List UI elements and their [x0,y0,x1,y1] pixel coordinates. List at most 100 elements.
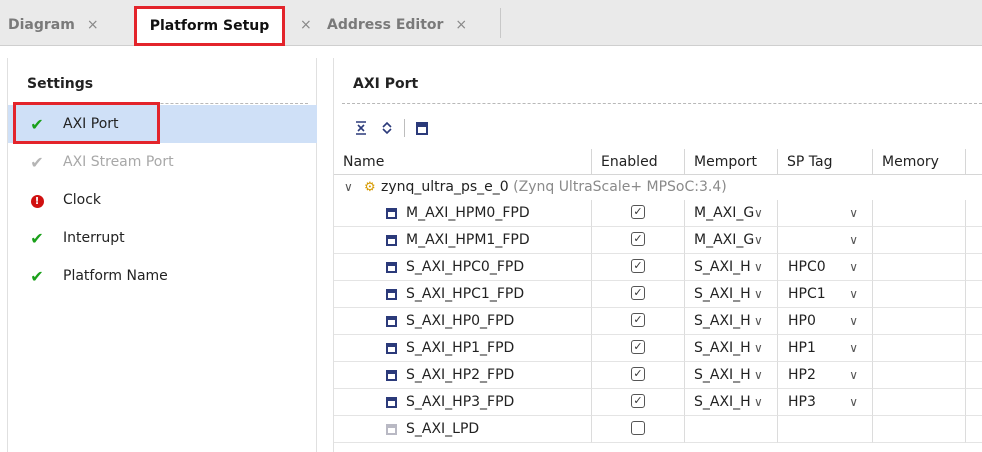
sp-tag-cell[interactable]: ∨ [778,227,873,254]
chevron-down-icon[interactable]: ∨ [754,260,763,274]
memory-cell [873,416,966,443]
sp-tag-value: HPC1 [788,286,826,302]
table-row[interactable]: S_AXI_HPC1_FPD ✓ S_AXI_H ∨ HPC1 ∨ [334,281,982,308]
settings-item-clock[interactable]: ! Clock [8,181,317,219]
sp-tag-cell[interactable]: HPC0 ∨ [778,254,873,281]
sp-tag-value: HPC0 [788,259,826,275]
enabled-checkbox[interactable]: ✓ [631,339,645,354]
column-header-name[interactable]: Name [334,149,592,175]
collapse-all-icon[interactable] [350,117,372,139]
port-icon [386,262,397,273]
table-row[interactable]: S_AXI_LPD [334,416,982,443]
sp-tag-cell[interactable]: ∨ [778,200,873,227]
close-icon[interactable]: × [455,17,467,33]
chevron-down-icon[interactable]: ∨ [754,233,763,247]
table-row[interactable]: S_AXI_HP1_FPD ✓ S_AXI_H ∨ HP1 ∨ [334,335,982,362]
chevron-down-icon[interactable]: ∨ [849,308,858,335]
memport-cell[interactable]: S_AXI_H ∨ [685,389,778,416]
chevron-down-icon[interactable]: ∨ [754,206,763,220]
enabled-cell: ✓ [592,227,685,254]
sp-tag-cell[interactable]: HPC1 ∨ [778,281,873,308]
memport-value: M_AXI_G [694,205,754,221]
chevron-down-icon[interactable]: ∨ [849,335,858,362]
table-row[interactable]: M_AXI_HPM0_FPD ✓ M_AXI_G∨ ∨ [334,200,982,227]
table-row[interactable]: S_AXI_HP3_FPD ✓ S_AXI_H ∨ HP3 ∨ [334,389,982,416]
memport-cell[interactable]: M_AXI_G∨ [685,200,778,227]
table-row[interactable]: S_AXI_HP2_FPD ✓ S_AXI_H ∨ HP2 ∨ [334,362,982,389]
chevron-down-icon[interactable]: ∨ [754,287,763,301]
memport-cell[interactable]: S_AXI_H ∨ [685,254,778,281]
enabled-cell: ✓ [592,362,685,389]
memport-cell[interactable]: S_AXI_H ∨ [685,362,778,389]
tab-diagram[interactable]: Diagram × [8,6,99,44]
chevron-down-icon[interactable]: ∨ [849,254,858,281]
table-row[interactable]: S_AXI_HP0_FPD ✓ S_AXI_H ∨ HP0 ∨ [334,308,982,335]
expand-all-icon[interactable] [376,117,398,139]
chevron-down-icon[interactable]: ∨ [754,368,763,382]
close-icon[interactable]: × [87,17,99,33]
column-header-sp-tag[interactable]: SP Tag [778,149,873,175]
settings-item-platform-name[interactable]: ✔ Platform Name [8,257,317,295]
enabled-checkbox[interactable]: ✓ [631,393,645,408]
chevron-down-icon[interactable]: ∨ [849,227,858,254]
settings-item-interrupt[interactable]: ✔ Interrupt [8,219,317,257]
filler-cell [966,281,982,308]
chevron-down-icon[interactable]: ∨ [754,314,763,328]
port-name: M_AXI_HPM0_FPD [406,205,530,221]
tab-diagram-label: Diagram [8,17,75,33]
close-icon[interactable]: × [300,17,312,33]
port-name-cell: S_AXI_HPC1_FPD [334,281,592,308]
editor-tab-bar: Diagram × Platform Setup × Address Edito… [0,0,982,46]
memport-value: S_AXI_H [694,313,751,329]
filler-cell [966,227,982,254]
memory-cell [873,254,966,281]
enabled-checkbox[interactable]: ✓ [631,366,645,381]
port-icon[interactable] [411,117,433,139]
settings-title: Settings [27,76,94,92]
chevron-down-icon[interactable]: ∨ [849,362,858,389]
port-icon [386,316,397,327]
sp-tag-cell[interactable]: HP2 ∨ [778,362,873,389]
memport-value: S_AXI_H [694,259,751,275]
sp-tag-cell[interactable]: HP3 ∨ [778,389,873,416]
memport-cell[interactable]: S_AXI_H ∨ [685,308,778,335]
port-icon [386,208,397,219]
enabled-checkbox[interactable]: ✓ [631,312,645,327]
chevron-down-icon[interactable]: ∨ [754,341,763,355]
chevron-down-icon[interactable]: ∨ [849,389,858,416]
table-row[interactable]: S_AXI_HPC0_FPD ✓ S_AXI_H ∨ HPC0 ∨ [334,254,982,281]
enabled-checkbox[interactable]: ✓ [631,204,645,219]
enabled-checkbox[interactable]: ✓ [631,285,645,300]
table-row[interactable]: M_AXI_HPM1_FPD ✓ M_AXI_G∨ ∨ [334,227,982,254]
settings-item-label: Clock [63,192,102,208]
memport-cell[interactable]: S_AXI_H ∨ [685,281,778,308]
port-name: S_AXI_HP3_FPD [406,394,515,410]
column-header-enabled[interactable]: Enabled [592,149,685,175]
enabled-checkbox[interactable] [631,420,645,435]
settings-item-axi-port[interactable]: ✔ AXI Port [8,105,317,143]
settings-item-axi-stream-port[interactable]: ✔ AXI Stream Port [8,143,317,181]
chevron-down-icon[interactable]: ∨ [754,395,763,409]
sp-tag-cell[interactable]: HP0 ∨ [778,308,873,335]
enabled-cell [592,416,685,443]
tab-address-editor[interactable]: Address Editor × [327,6,467,44]
enabled-cell: ✓ [592,281,685,308]
memport-value: S_AXI_H [694,286,751,302]
tab-platform-setup[interactable]: Platform Setup [134,6,285,46]
sp-tag-cell[interactable]: HP1 ∨ [778,335,873,362]
enabled-cell: ✓ [592,200,685,227]
chevron-down-icon[interactable]: ∨ [849,200,858,227]
filler-cell [966,389,982,416]
enabled-checkbox[interactable]: ✓ [631,231,645,246]
sp-tag-value: HP1 [788,340,816,356]
tree-group-row[interactable]: ∨ ⚙ zynq_ultra_ps_e_0 (Zynq UltraScale+ … [334,175,982,200]
enabled-checkbox[interactable]: ✓ [631,258,645,273]
axi-toolbar [350,116,437,140]
memport-cell[interactable]: S_AXI_H ∨ [685,335,778,362]
column-header-memport[interactable]: Memport [685,149,778,175]
memport-cell[interactable]: M_AXI_G∨ [685,227,778,254]
chevron-down-icon[interactable]: ∨ [849,281,858,308]
column-header-memory[interactable]: Memory [873,149,966,175]
port-icon [386,397,397,408]
chevron-down-icon[interactable]: ∨ [344,175,353,200]
